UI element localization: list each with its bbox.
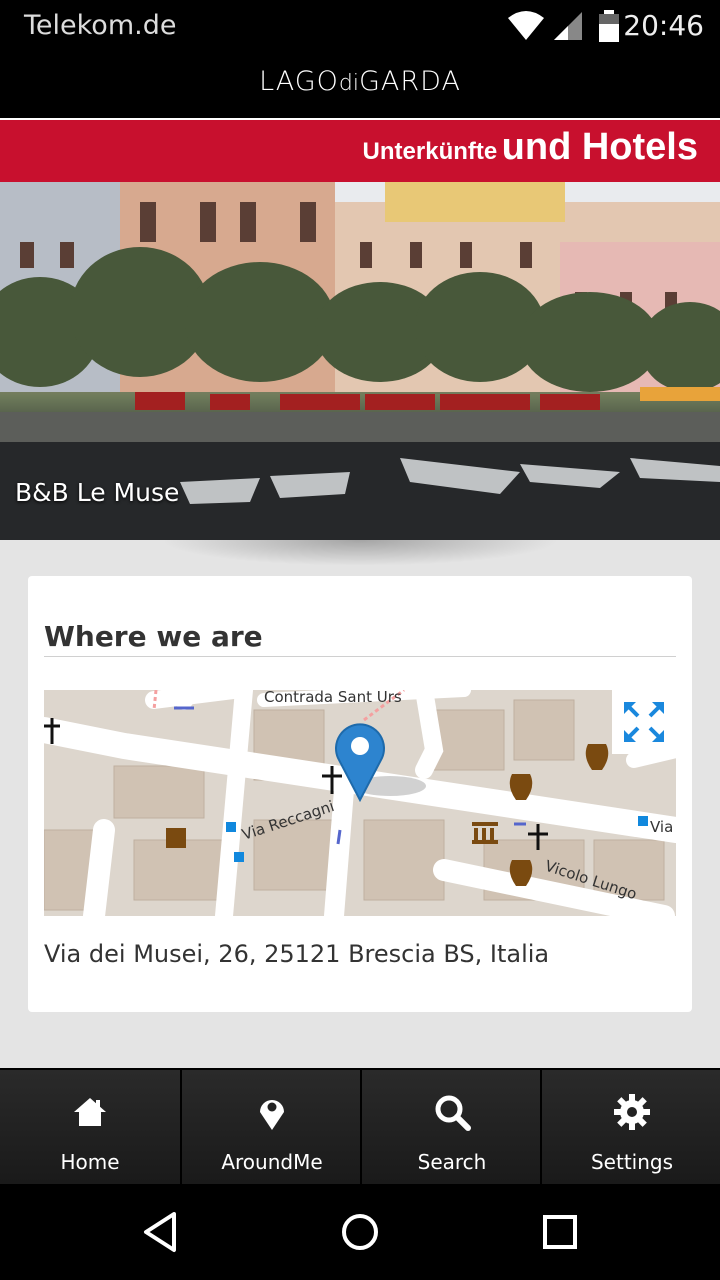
recents-icon[interactable] (542, 1214, 578, 1250)
signal-icon (554, 12, 582, 40)
nav-aroundme[interactable]: AroundMe (180, 1070, 360, 1186)
battery-icon (599, 10, 619, 42)
divider (44, 656, 676, 657)
home-circle-icon[interactable] (340, 1212, 380, 1252)
search-icon (435, 1095, 471, 1131)
clock: 20:46 (623, 9, 704, 42)
nav-settings[interactable]: Settings (540, 1070, 720, 1186)
address-text: Via dei Musei, 26, 25121 Brescia BS, Ita… (44, 940, 550, 968)
hero-shadow (160, 540, 560, 566)
status-bar: Telekom.de 20:46 (0, 0, 720, 52)
nav-label: AroundMe (221, 1150, 323, 1174)
location-pin-icon[interactable] (334, 720, 386, 802)
wifi-icon (508, 11, 544, 40)
hotel-name: B&B Le Muse (15, 478, 180, 507)
section-banner: Unterkünfte und Hotels (0, 118, 720, 182)
gear-icon (614, 1094, 650, 1130)
nav-search[interactable]: Search (360, 1070, 540, 1186)
banner-title: Unterkünfte und Hotels (362, 126, 698, 168)
content-area: Where we are Contrada Sant Urs Via Recca… (0, 540, 720, 1068)
hero-image: B&B Le Muse (0, 182, 720, 540)
carrier-name: Telekom.de (24, 10, 177, 41)
street-label: Contrada Sant Urs (264, 690, 402, 706)
app-header: LAGOdiGARDA (0, 52, 720, 118)
fullscreen-button[interactable] (612, 690, 676, 754)
location-map[interactable]: Contrada Sant Urs Via Reccagni Vicolo Lu… (44, 690, 676, 916)
back-icon[interactable] (140, 1210, 180, 1254)
bottom-navigation: Home AroundMe Search Settings (0, 1068, 720, 1186)
nav-label: Home (60, 1150, 120, 1174)
nav-home[interactable]: Home (0, 1070, 180, 1186)
system-navigation-bar (0, 1184, 720, 1280)
section-title: Where we are (44, 620, 263, 653)
street-label: Via (650, 818, 673, 836)
expand-icon (624, 702, 664, 742)
home-icon (74, 1098, 106, 1126)
nav-label: Settings (590, 1150, 674, 1174)
map-pin-icon (260, 1100, 284, 1130)
location-card: Where we are Contrada Sant Urs Via Recca… (28, 576, 692, 1012)
app-logo: LAGOdiGARDA (259, 66, 461, 97)
nav-label: Search (417, 1150, 487, 1174)
